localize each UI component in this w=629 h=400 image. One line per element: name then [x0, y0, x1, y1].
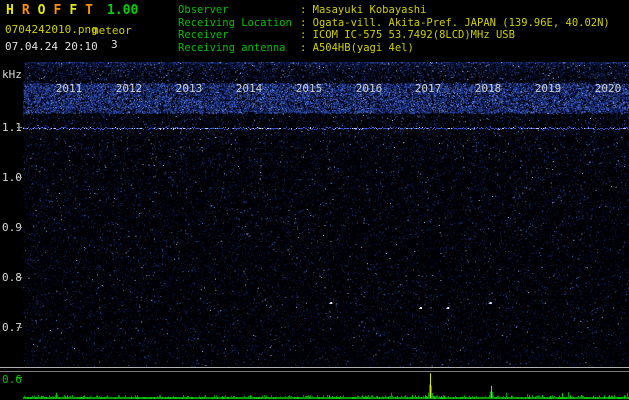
y-axis-tick-mark: [17, 327, 22, 328]
info-value: : Masayuki Kobayashi: [300, 4, 427, 16]
y-axis-tick-label: 0.6: [2, 373, 22, 386]
info-row-location: Receiving Location : Ogata-vill. Akita-Pr…: [178, 17, 610, 30]
info-value: : A504HB(yagi 4el): [300, 41, 414, 54]
y-axis-tick-mark: [17, 277, 22, 278]
info-row-receiver: Receiver : ICOM IC-575 53.7492(8LCD)MHz U…: [178, 29, 610, 42]
y-axis-unit-label: kHz: [2, 68, 22, 81]
info-value: : Ogata-vill. Akita-Pref. JAPAN (139.96E…: [300, 16, 610, 29]
x-axis-tick-label: 2020: [594, 82, 622, 95]
observation-datetime: 07.04.24 20:10: [5, 40, 98, 53]
x-axis-tick-label: 2016: [355, 82, 383, 95]
info-value: : ICOM IC-575 53.7492(8LCD)MHz USB: [300, 29, 515, 41]
info-label: Receiving Location: [178, 16, 292, 29]
info-row-observer: Observer : Masayuki Kobayashi: [178, 4, 610, 17]
x-axis-tick-label: 2011: [55, 82, 83, 95]
title-letter: R: [21, 3, 38, 18]
info-row-antenna: Receiving antenna : A504HB(yagi 4el): [178, 42, 610, 55]
station-info: Observer : Masayuki Kobayashi Receiving L…: [178, 4, 610, 54]
info-label: Observer: [178, 4, 229, 16]
x-axis-tick-label: 2018: [474, 82, 502, 95]
title-letter: F: [53, 3, 70, 18]
y-axis-tick-mark: [17, 377, 22, 378]
info-label: Receiver: [178, 29, 229, 41]
meteor-count-label: meteor: [92, 24, 132, 37]
hrofft-screen: HROFFT 1.00 0704242010.png meteor 3 07.04…: [0, 0, 629, 400]
y-axis-tick-mark: [17, 177, 22, 178]
y-axis-tick-mark: [17, 227, 22, 228]
meteor-count-value: 3: [111, 38, 118, 51]
title-letter: H: [6, 3, 22, 18]
x-axis-tick-label: 2017: [414, 82, 442, 95]
x-axis-tick-label: 2015: [295, 82, 323, 95]
x-axis-tick-label: 2012: [115, 82, 143, 95]
spectrogram-canvas: [23, 62, 629, 367]
signal-level-canvas: [0, 367, 629, 400]
app-version: 1.00: [106, 3, 139, 18]
x-axis-tick-label: 2014: [235, 82, 263, 95]
title-letter: O: [37, 3, 54, 18]
output-filename: 0704242010.png: [5, 23, 98, 36]
y-axis-tick-mark: [17, 127, 22, 128]
info-label: Receiving antenna: [178, 41, 286, 54]
x-axis-tick-label: 2013: [175, 82, 203, 95]
title-letter: F: [69, 3, 86, 18]
app-title: HROFFT 1.00: [6, 3, 138, 18]
x-axis-tick-label: 2019: [534, 82, 562, 95]
title-letter: T: [85, 3, 101, 18]
